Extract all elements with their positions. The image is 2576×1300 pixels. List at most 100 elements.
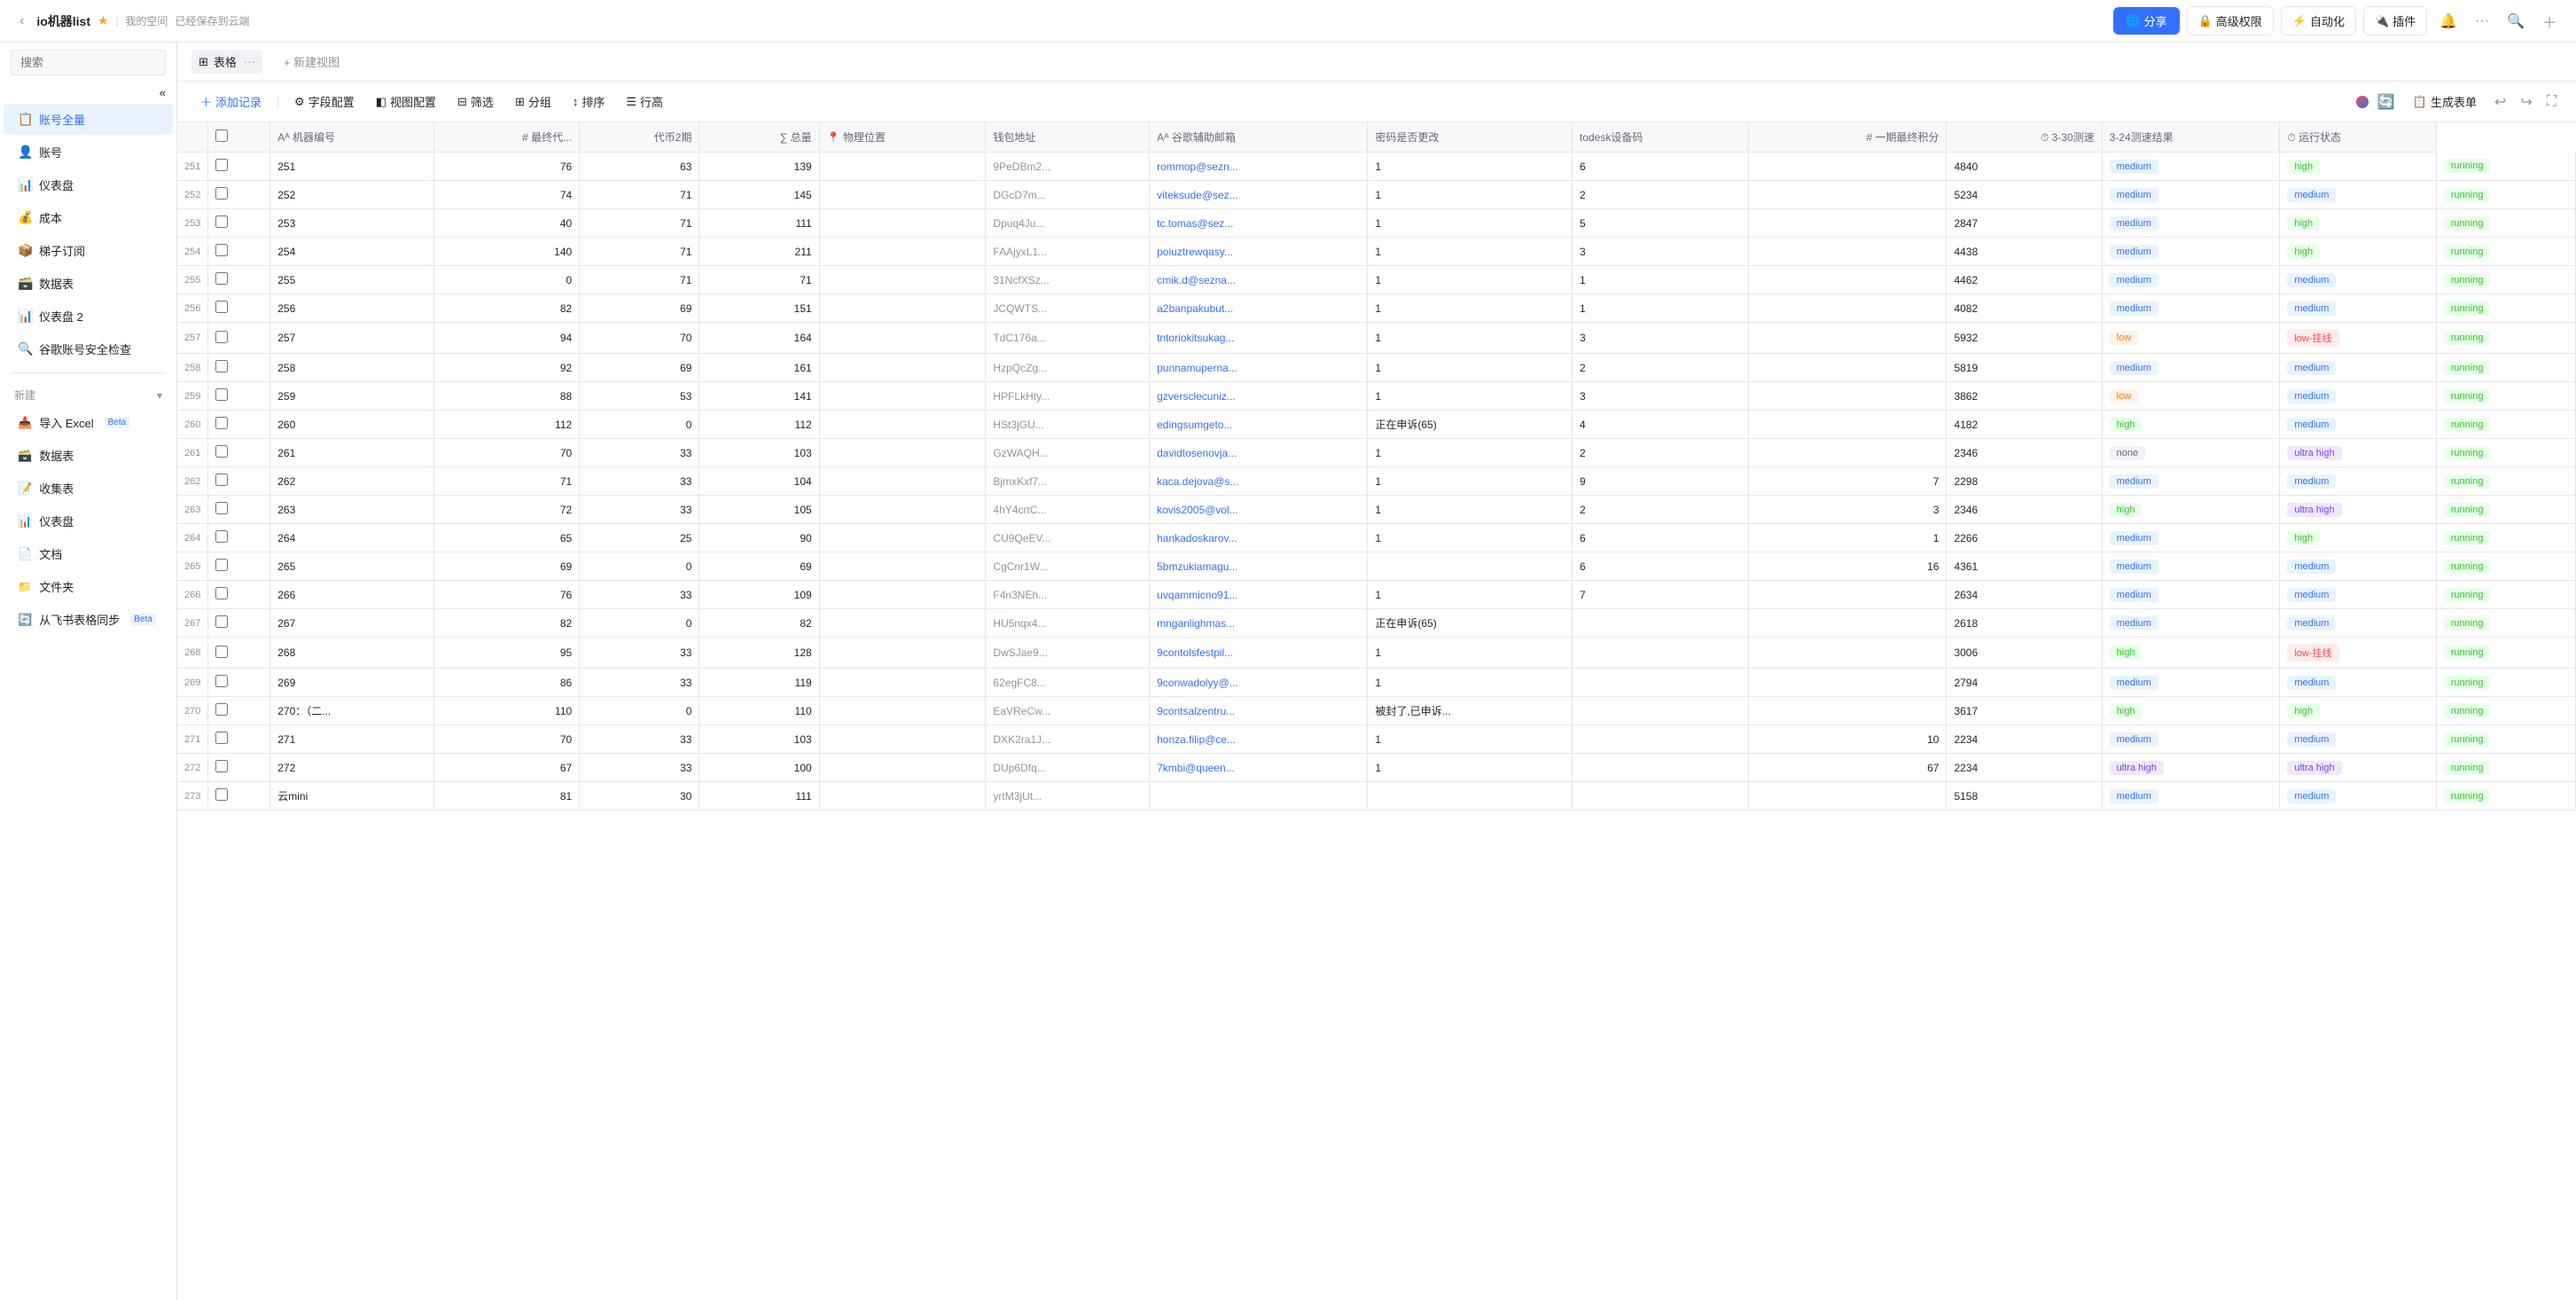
th-total[interactable]: ∑ 总量 xyxy=(699,122,819,153)
row-select[interactable] xyxy=(215,474,228,486)
th-wallet[interactable]: 钱包地址 xyxy=(986,122,1150,153)
cell-machine-id[interactable]: 267 xyxy=(270,609,433,638)
cell-google-email[interactable]: tc.tomas@sez... xyxy=(1150,209,1368,238)
cell-machine-id[interactable]: 272 xyxy=(270,754,433,782)
select-all-checkbox[interactable] xyxy=(215,129,228,142)
cell-machine-id[interactable]: 262 xyxy=(270,467,433,496)
field-config-button[interactable]: ⚙ 字段配置 xyxy=(285,89,363,114)
collapse-button[interactable]: « xyxy=(0,82,176,103)
sidebar-item-data-table2[interactable]: 🗃️ 数据表 xyxy=(4,440,173,471)
row-select[interactable] xyxy=(215,331,228,343)
new-view-button[interactable]: + 新建视图 xyxy=(277,50,347,74)
row-select[interactable] xyxy=(215,417,228,429)
cell-google-email[interactable]: 5bmzukiamagu... xyxy=(1150,552,1368,581)
sidebar-item-sync-feishu[interactable]: 🔄 从飞书表格同步 Beta xyxy=(4,604,173,635)
sidebar-item-doc[interactable]: 📄 文档 xyxy=(4,538,173,569)
cell-google-email[interactable]: kovis2005@vol... xyxy=(1150,496,1368,524)
sidebar-item-cost[interactable]: 💰 成本 xyxy=(4,202,173,233)
row-select[interactable] xyxy=(215,530,228,543)
cell-google-email[interactable]: davidtosenovja... xyxy=(1150,439,1368,467)
row-select[interactable] xyxy=(215,646,228,658)
th-last-score[interactable]: # 一期最终积分 xyxy=(1749,122,1947,153)
sidebar-item-dashboard2[interactable]: 📊 仪表盘 2 xyxy=(4,301,173,332)
cell-machine-id[interactable]: 251 xyxy=(270,153,433,181)
row-select[interactable] xyxy=(215,732,228,744)
add-record-button[interactable]: ＋ 添加记录 xyxy=(191,89,270,114)
group-button[interactable]: ⊞ 分组 xyxy=(506,89,560,114)
th-speed[interactable]: ⏱ 3-30测速 xyxy=(1947,122,2102,153)
row-select[interactable] xyxy=(215,244,228,256)
cell-machine-id[interactable]: 263 xyxy=(270,496,433,524)
row-select[interactable] xyxy=(215,388,228,401)
cell-google-email[interactable]: punnamuperna... xyxy=(1150,354,1368,382)
sidebar-item-account-all[interactable]: 📋 账号全量 ··· xyxy=(4,104,173,135)
search-input[interactable] xyxy=(11,50,166,75)
cell-machine-id[interactable]: 271 xyxy=(270,725,433,754)
add-icon[interactable]: ＋ xyxy=(2537,7,2562,35)
cell-google-email[interactable]: gzversclecuniz... xyxy=(1150,382,1368,411)
th-test-result[interactable]: 3-24测速结果 xyxy=(2102,122,2280,153)
cell-machine-id[interactable]: 258 xyxy=(270,354,433,382)
row-height-button[interactable]: ☰ 行高 xyxy=(617,89,672,114)
cell-google-email[interactable]: kaca.dejova@s... xyxy=(1150,467,1368,496)
sidebar-item-form[interactable]: 📝 收集表 xyxy=(4,473,173,504)
cell-machine-id[interactable]: 264 xyxy=(270,524,433,552)
cell-google-email[interactable] xyxy=(1150,782,1368,811)
th-todesk[interactable]: todesk设备码 xyxy=(1573,122,1749,153)
view-config-button[interactable]: ◧ 视图配置 xyxy=(367,89,445,114)
th-google-email[interactable]: Aᴬ 谷歌辅助邮箱 xyxy=(1150,122,1368,153)
expand-icon[interactable]: ⛶ xyxy=(2541,90,2562,114)
cell-google-email[interactable]: mnganlighmas... xyxy=(1150,609,1368,638)
refresh-icon[interactable]: 🔄 xyxy=(2372,90,2400,114)
cell-machine-id[interactable]: 269 xyxy=(270,669,433,697)
cell-google-email[interactable]: tntoriokitsukag... xyxy=(1150,323,1368,354)
advanced-button[interactable]: 🔒 高级权限 xyxy=(2187,6,2274,35)
cell-machine-id[interactable]: 266 xyxy=(270,581,433,609)
cell-google-email[interactable]: hankadoskarov... xyxy=(1150,524,1368,552)
cell-machine-id[interactable]: 265 xyxy=(270,552,433,581)
back-button[interactable]: ‹ xyxy=(14,10,29,33)
filter-button[interactable]: ⊟ 筛选 xyxy=(449,89,503,114)
generate-form-button[interactable]: 📋 生成表单 xyxy=(2404,89,2486,114)
cell-machine-id[interactable]: 256 xyxy=(270,294,433,323)
sort-button[interactable]: ↕ 排序 xyxy=(564,89,614,114)
row-select[interactable] xyxy=(215,159,228,171)
row-select[interactable] xyxy=(215,502,228,514)
cell-google-email[interactable]: poiuztrewqasy... xyxy=(1150,238,1368,266)
row-select[interactable] xyxy=(215,760,228,772)
row-select[interactable] xyxy=(215,788,228,801)
star-icon[interactable]: ★ xyxy=(98,13,109,28)
cell-google-email[interactable]: a2banpakubut... xyxy=(1150,294,1368,323)
cell-machine-id[interactable]: 270：（二... xyxy=(270,697,433,725)
cell-machine-id[interactable]: 268 xyxy=(270,638,433,669)
row-select[interactable] xyxy=(215,301,228,313)
row-select[interactable] xyxy=(215,675,228,687)
sidebar-item-folder[interactable]: 📁 文件夹 xyxy=(4,571,173,602)
cell-google-email[interactable]: 9contsalzentru... xyxy=(1150,697,1368,725)
row-select[interactable] xyxy=(215,445,228,458)
cell-machine-id[interactable]: 云mini xyxy=(270,782,433,811)
row-select[interactable] xyxy=(215,615,228,628)
cell-google-email[interactable]: 9contolsfestpil... xyxy=(1150,638,1368,669)
tab-table[interactable]: ⊞ 表格 ··· xyxy=(191,50,262,74)
cell-machine-id[interactable]: 252 xyxy=(270,181,433,209)
sidebar-item-ladder-order[interactable]: 📦 梯子订阅 xyxy=(4,235,173,266)
th-machine-id[interactable]: Aᴬ 机器编号 xyxy=(270,122,433,153)
row-select[interactable] xyxy=(215,187,228,200)
cell-google-email[interactable]: 9conwadolyy@... xyxy=(1150,669,1368,697)
row-select[interactable] xyxy=(215,559,228,571)
share-button[interactable]: 🌐 分享 xyxy=(2113,7,2179,35)
cell-machine-id[interactable]: 254 xyxy=(270,238,433,266)
th-physical[interactable]: 📍 物理位置 xyxy=(819,122,986,153)
tab-more-icon[interactable]: ··· xyxy=(244,55,255,68)
th-token2[interactable]: 代币2期 xyxy=(580,122,699,153)
cell-google-email[interactable]: 7kmbi@queen... xyxy=(1150,754,1368,782)
cell-google-email[interactable]: honza.filip@ce... xyxy=(1150,725,1368,754)
row-select[interactable] xyxy=(215,703,228,716)
notification-icon[interactable]: 🔔 xyxy=(2434,9,2463,34)
sidebar-item-account[interactable]: 👤 账号 xyxy=(4,137,173,168)
sidebar-item-google-check[interactable]: 🔍 谷歌账号安全检查 xyxy=(4,333,173,364)
sidebar-item-dashboard3[interactable]: 📊 仪表盘 xyxy=(4,505,173,536)
sidebar-item-dashboard[interactable]: 📊 仪表盘 xyxy=(4,169,173,200)
row-select[interactable] xyxy=(215,272,228,285)
